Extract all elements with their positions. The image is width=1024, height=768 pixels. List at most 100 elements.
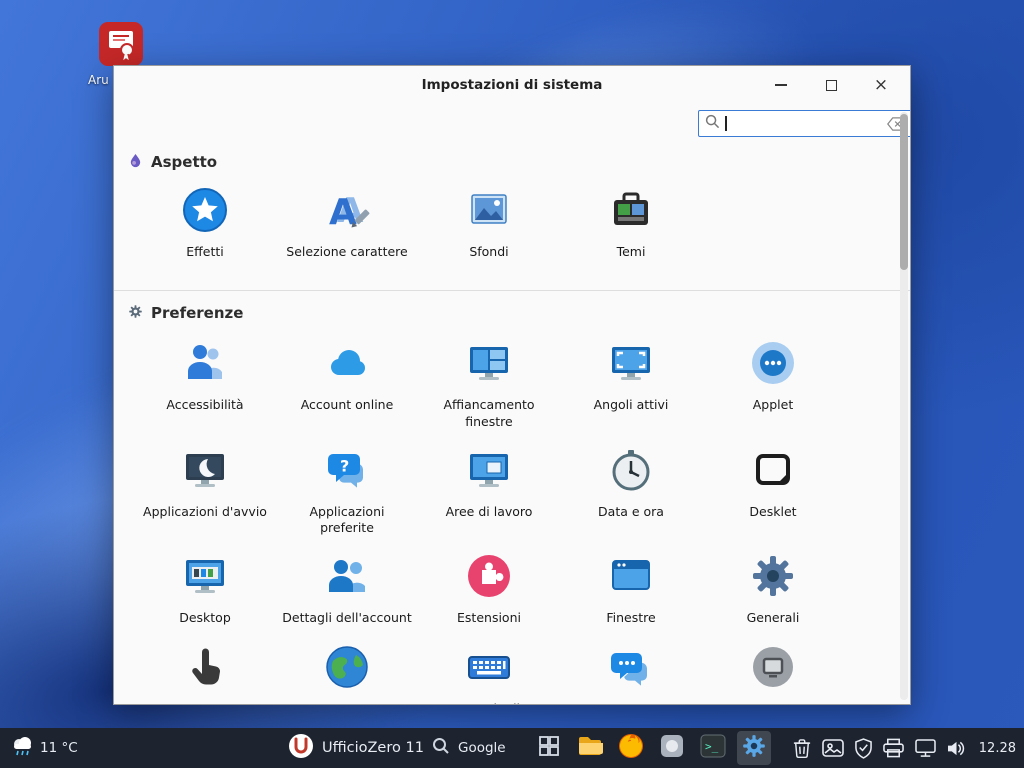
settings-item-estensioni[interactable]: Estensioni xyxy=(418,552,560,626)
settings-item-label: Finestre xyxy=(606,610,655,626)
settings-item-label: Accessibilità xyxy=(166,397,243,413)
settings-item-angoli-attivi[interactable]: Angoli attivi xyxy=(560,339,702,430)
extensions-puzzle-icon xyxy=(465,552,513,604)
search-icon xyxy=(432,737,450,759)
weather-icon xyxy=(10,736,34,761)
weather-widget[interactable]: 11 °C xyxy=(10,728,78,768)
settings-item-label: Desktop xyxy=(179,610,231,626)
app-launcher-button[interactable] xyxy=(655,731,689,765)
minimize-icon xyxy=(775,84,787,86)
window-titlebar[interactable]: Impostazioni di sistema × xyxy=(114,66,910,104)
settings-item-effetti[interactable]: Effetti xyxy=(134,186,276,260)
settings-item-accessibilita[interactable]: Accessibilità xyxy=(134,339,276,430)
firefox-button[interactable] xyxy=(614,731,648,765)
backgrounds-icon xyxy=(465,186,513,238)
search-label: Google xyxy=(458,740,506,756)
taskbar-app-icons: >_ xyxy=(532,728,771,768)
window-tiling-icon xyxy=(465,339,513,391)
settings-item-privacy[interactable] xyxy=(702,643,844,705)
scrollbar-thumb[interactable] xyxy=(900,114,908,270)
hot-corners-icon xyxy=(607,339,655,391)
close-button[interactable]: × xyxy=(870,74,892,96)
settings-item-affiancamento-finestre[interactable]: Affiancamento finestre xyxy=(418,339,560,430)
media-icon[interactable] xyxy=(822,739,844,757)
settings-item-label: Aree di lavoro xyxy=(446,504,533,520)
gear-icon xyxy=(128,304,143,323)
windows-icon xyxy=(607,552,655,604)
clock-widget[interactable]: 12.28 xyxy=(979,728,1016,768)
font-selection-icon: AA xyxy=(323,186,371,238)
settings-item-label: Applet xyxy=(753,397,794,413)
scrollbar-track[interactable] xyxy=(900,112,908,700)
desklet-icon xyxy=(749,446,797,498)
system-settings-window: Impostazioni di sistema × Aspetto Effe xyxy=(113,65,911,705)
folder-icon xyxy=(577,735,603,761)
account-details-icon xyxy=(323,552,371,604)
trash-icon[interactable] xyxy=(793,738,811,759)
ufficiozero-logo-icon xyxy=(288,733,314,763)
system-settings-button[interactable] xyxy=(737,731,771,765)
hand-gesture-icon xyxy=(181,643,229,695)
section-title: Preferenze xyxy=(151,304,243,322)
settings-item-label: Data e ora xyxy=(598,504,664,520)
clock-label: 12.28 xyxy=(979,741,1016,756)
startup-apps-icon xyxy=(181,446,229,498)
settings-item-selezione-carattere[interactable]: AA Selezione carattere xyxy=(276,186,418,260)
settings-item-desktop[interactable]: Desktop xyxy=(134,552,276,626)
settings-item-gesti[interactable] xyxy=(134,643,276,705)
terminal-button[interactable]: >_ xyxy=(696,731,730,765)
settings-item-data-e-ora[interactable]: Data e ora xyxy=(560,446,702,537)
clock-icon xyxy=(607,446,655,498)
section-title: Aspetto xyxy=(151,153,217,171)
settings-item-dettagli-account[interactable]: Dettagli dell'account xyxy=(276,552,418,626)
settings-item-notifiche[interactable] xyxy=(560,643,702,705)
settings-item-label: Dettagli dell'account xyxy=(282,610,411,626)
settings-item-generali[interactable]: Generali xyxy=(702,552,844,626)
settings-item-applicazioni-avvio[interactable]: Applicazioni d'avvio xyxy=(134,446,276,537)
terminal-icon: >_ xyxy=(700,733,726,763)
file-manager-button[interactable] xyxy=(573,731,607,765)
workspace-switcher-button[interactable] xyxy=(532,731,566,765)
search-icon xyxy=(705,114,720,133)
preferenze-grid: Accessibilità Account online Affiancamen… xyxy=(114,339,910,704)
settings-content: Aspetto Effetti AA Selezione carattere S… xyxy=(114,144,910,704)
settings-item-account-online[interactable]: Account online xyxy=(276,339,418,430)
screen-gray-icon xyxy=(749,643,797,695)
settings-item-label: Estensioni xyxy=(457,610,521,626)
settings-item-label: Desklet xyxy=(749,504,796,520)
settings-item-lingua[interactable] xyxy=(276,643,418,705)
desktop-shortcut-aruba[interactable] xyxy=(99,22,143,70)
settings-item-metodo-di-input[interactable]: Metodo di xyxy=(418,643,560,705)
settings-item-finestre[interactable]: Finestre xyxy=(560,552,702,626)
menu-button[interactable]: UfficioZero 11 xyxy=(288,728,424,768)
section-header-preferenze: Preferenze xyxy=(114,303,910,323)
settings-item-label: Applicazioni d'avvio xyxy=(143,504,267,520)
minimize-button[interactable] xyxy=(770,74,792,96)
settings-item-label: Affiancamento finestre xyxy=(423,397,555,430)
maximize-button[interactable] xyxy=(820,74,842,96)
svg-text:>_: >_ xyxy=(705,740,719,753)
search-input[interactable] xyxy=(698,110,911,137)
settings-item-desklet[interactable]: Desklet xyxy=(702,446,844,537)
cloud-icon xyxy=(323,339,371,391)
section-divider xyxy=(114,290,910,291)
display-icon[interactable] xyxy=(915,739,936,758)
keyboard-icon xyxy=(465,643,513,695)
settings-item-label: Metodo di xyxy=(458,701,520,705)
gear-icon xyxy=(749,552,797,604)
globe-icon xyxy=(323,643,371,695)
settings-item-label: Applicazioni preferite xyxy=(281,504,413,537)
system-tray xyxy=(793,728,966,768)
taskbar: 11 °C UfficioZero 11 Google xyxy=(0,728,1024,768)
settings-item-temi[interactable]: Temi xyxy=(560,186,702,260)
settings-item-sfondi[interactable]: Sfondi xyxy=(418,186,560,260)
web-search-button[interactable]: Google xyxy=(432,728,506,768)
settings-item-aree-di-lavoro[interactable]: Aree di lavoro xyxy=(418,446,560,537)
settings-item-applicazioni-preferite[interactable]: ? Applicazioni preferite xyxy=(276,446,418,537)
shield-icon[interactable] xyxy=(855,738,872,759)
printer-icon[interactable] xyxy=(883,738,904,758)
workspaces-icon xyxy=(465,446,513,498)
settings-item-label: Temi xyxy=(617,244,646,260)
settings-item-applet[interactable]: Applet xyxy=(702,339,844,430)
volume-icon[interactable] xyxy=(947,740,966,757)
